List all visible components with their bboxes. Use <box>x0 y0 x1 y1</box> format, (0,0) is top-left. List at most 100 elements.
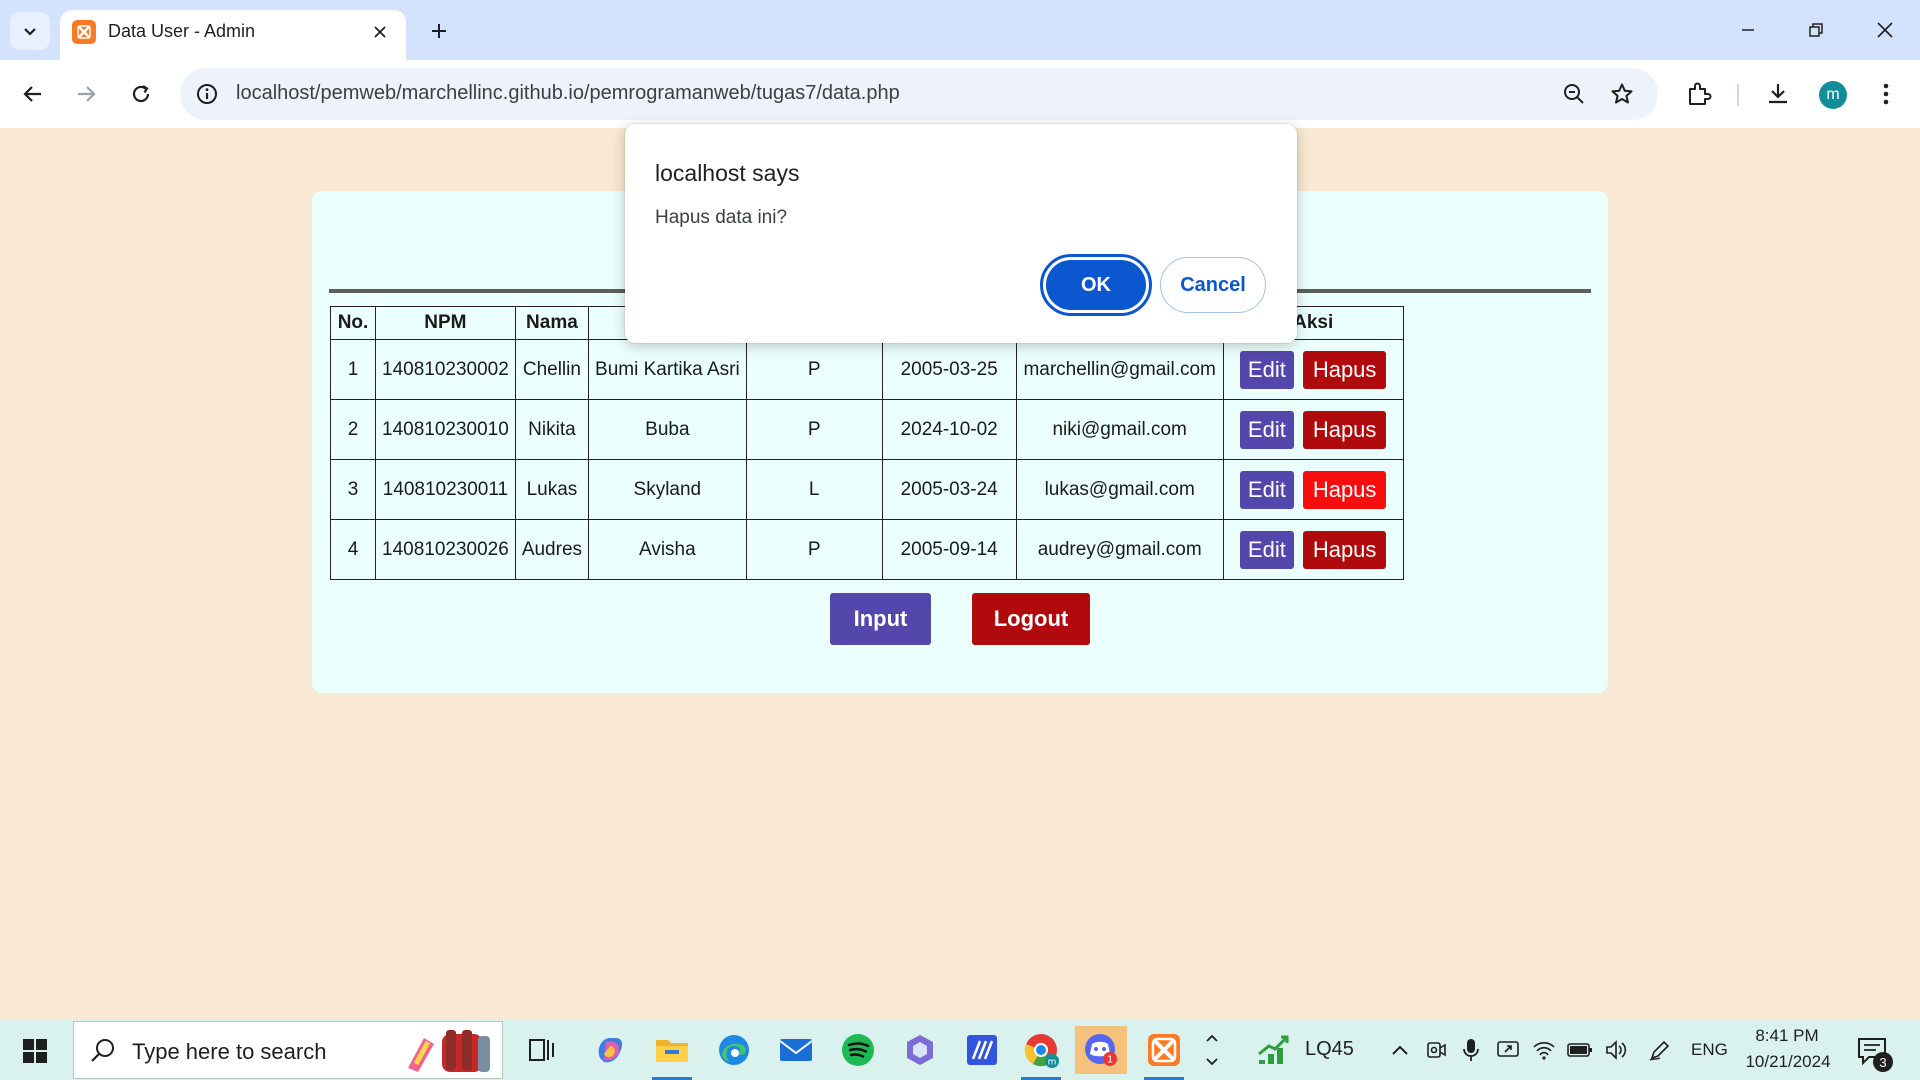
cell-nama: Lukas <box>514 459 590 520</box>
hapus-button[interactable]: Hapus <box>1302 410 1387 449</box>
cell-npm: 140810230010 <box>375 399 516 460</box>
address-bar[interactable]: localhost/pemweb/marchellinc.github.io/p… <box>180 68 1658 120</box>
taskbar: Type here to search m 1 LQ45 ENG 8:41 PM… <box>0 1020 1920 1080</box>
cell-nama: Nikita <box>514 399 590 460</box>
editor-app-icon <box>967 1035 997 1065</box>
clock-time[interactable]: 8:41 PM <box>1752 1026 1822 1046</box>
microphone-icon[interactable] <box>1457 1036 1485 1064</box>
cell-jenis-kelamin: P <box>745 399 883 460</box>
chevron-down-icon <box>24 28 36 36</box>
cell-tanggal-lahir: 2005-03-25 <box>881 339 1017 400</box>
discord-icon: 1 <box>1085 1034 1117 1066</box>
dialog-cancel-button[interactable]: Cancel <box>1160 257 1266 313</box>
taskbar-app-m365[interactable] <box>894 1026 946 1074</box>
tab-close-button[interactable] <box>366 18 394 46</box>
taskbar-app-edge[interactable] <box>708 1026 760 1074</box>
tray-overflow-chevron-icon[interactable] <box>1386 1036 1414 1064</box>
cell-aksi: Edit Hapus <box>1222 459 1404 520</box>
taskbar-overflow-scroll[interactable] <box>1198 1024 1226 1076</box>
cell-no: 3 <box>330 459 376 520</box>
windows-start-button[interactable] <box>14 1032 56 1070</box>
cell-jenis-kelamin: P <box>745 339 883 400</box>
taskbar-app-discord[interactable]: 1 <box>1075 1026 1127 1074</box>
header-no: No. <box>330 306 376 340</box>
browser-tab[interactable]: Data User - Admin <box>60 10 406 60</box>
reload-button[interactable] <box>121 74 161 114</box>
discord-badge: 1 <box>1107 1055 1113 1066</box>
url-text[interactable]: localhost/pemweb/marchellinc.github.io/p… <box>236 82 900 105</box>
new-tab-button[interactable] <box>422 14 456 48</box>
cell-npm: 140810230002 <box>375 339 516 400</box>
table-row: 1 140810230002 Chellin Bumi Kartika Asri… <box>330 339 1404 400</box>
taskbar-app-mail[interactable] <box>770 1026 822 1074</box>
language-indicator[interactable]: ENG <box>1691 1040 1728 1060</box>
user-table: No. NPM Nama Aksi 1 140810230002 Chellin… <box>330 306 1404 580</box>
dialog-title: localhost says <box>655 160 800 186</box>
taskbar-search-placeholder: Type here to search <box>132 1039 327 1064</box>
stock-ticker-label[interactable]: LQ45 <box>1305 1038 1354 1061</box>
edit-button[interactable]: Edit <box>1239 470 1294 509</box>
cell-email: niki@gmail.com <box>1015 399 1224 460</box>
taskbar-app-vscode-like[interactable] <box>956 1026 1008 1074</box>
site-info-icon[interactable] <box>194 81 220 107</box>
profile-avatar[interactable]: m <box>1819 81 1847 109</box>
restore-button[interactable] <box>1791 8 1841 52</box>
hapus-button[interactable]: Hapus <box>1302 530 1387 569</box>
taskbar-app-file-explorer[interactable] <box>646 1026 698 1080</box>
cell-aksi: Edit Hapus <box>1222 339 1404 400</box>
chevron-up-icon <box>1206 1034 1218 1042</box>
taskbar-app-spotify[interactable] <box>832 1026 884 1074</box>
display-share-icon[interactable] <box>1494 1036 1522 1064</box>
wifi-icon[interactable] <box>1530 1036 1558 1064</box>
taskbar-app-chrome[interactable]: m <box>1015 1026 1067 1080</box>
stock-chart-icon[interactable] <box>1255 1032 1291 1068</box>
edit-button[interactable]: Edit <box>1239 410 1294 449</box>
taskbar-search-box[interactable]: Type here to search <box>73 1021 503 1079</box>
arrow-left-icon <box>23 86 41 102</box>
edit-button[interactable]: Edit <box>1239 530 1294 569</box>
logout-button[interactable]: Logout <box>972 593 1090 645</box>
minimize-button[interactable] <box>1723 8 1773 52</box>
cell-tanggal-lahir: 2005-09-14 <box>881 519 1017 580</box>
clock-date[interactable]: 10/21/2024 <box>1738 1052 1838 1072</box>
table-row: 4 140810230026 Audres Avisha P 2005-09-1… <box>330 519 1404 580</box>
input-button[interactable]: Input <box>830 593 931 645</box>
xampp-icon <box>1148 1034 1180 1066</box>
browser-toolbar: localhost/pemweb/marchellinc.github.io/p… <box>0 60 1920 128</box>
extensions-icon[interactable] <box>1679 74 1719 114</box>
edit-button[interactable]: Edit <box>1239 350 1294 389</box>
plus-icon <box>432 24 446 38</box>
chrome-icon: m <box>1024 1034 1059 1068</box>
tab-search-button[interactable] <box>10 12 50 50</box>
cell-no: 1 <box>330 339 376 400</box>
xampp-favicon-icon <box>72 20 96 44</box>
window-close-button[interactable] <box>1860 8 1910 52</box>
task-view-button[interactable] <box>516 1026 568 1074</box>
cell-no: 4 <box>330 519 376 580</box>
forward-button[interactable] <box>66 74 106 114</box>
hapus-button[interactable]: Hapus <box>1302 470 1387 509</box>
zoom-icon[interactable] <box>1558 78 1590 110</box>
volume-icon[interactable] <box>1602 1036 1630 1064</box>
bookmark-star-icon[interactable] <box>1606 78 1638 110</box>
cell-alamat: Buba <box>588 399 747 460</box>
hapus-button[interactable]: Hapus <box>1302 350 1387 389</box>
task-view-icon <box>529 1039 554 1061</box>
header-npm: NPM <box>375 306 516 340</box>
folder-icon <box>656 1040 688 1062</box>
dialog-ok-button[interactable]: OK <box>1040 254 1152 316</box>
tab-title: Data User - Admin <box>108 21 256 41</box>
cell-alamat: Skyland <box>588 459 747 520</box>
taskbar-app-xampp[interactable] <box>1138 1026 1190 1080</box>
back-button[interactable] <box>13 74 53 114</box>
pen-icon[interactable] <box>1646 1036 1674 1064</box>
dialog-message: Hapus data ini? <box>655 207 788 228</box>
close-icon <box>1877 22 1893 38</box>
taskbar-app-copilot[interactable] <box>584 1026 636 1074</box>
cell-npm: 140810230011 <box>375 459 516 520</box>
kebab-menu-icon[interactable] <box>1866 74 1906 114</box>
download-icon[interactable] <box>1758 74 1798 114</box>
svg-text:m: m <box>1048 1058 1057 1068</box>
camera-icon[interactable] <box>1422 1036 1450 1064</box>
battery-icon[interactable] <box>1566 1036 1594 1064</box>
